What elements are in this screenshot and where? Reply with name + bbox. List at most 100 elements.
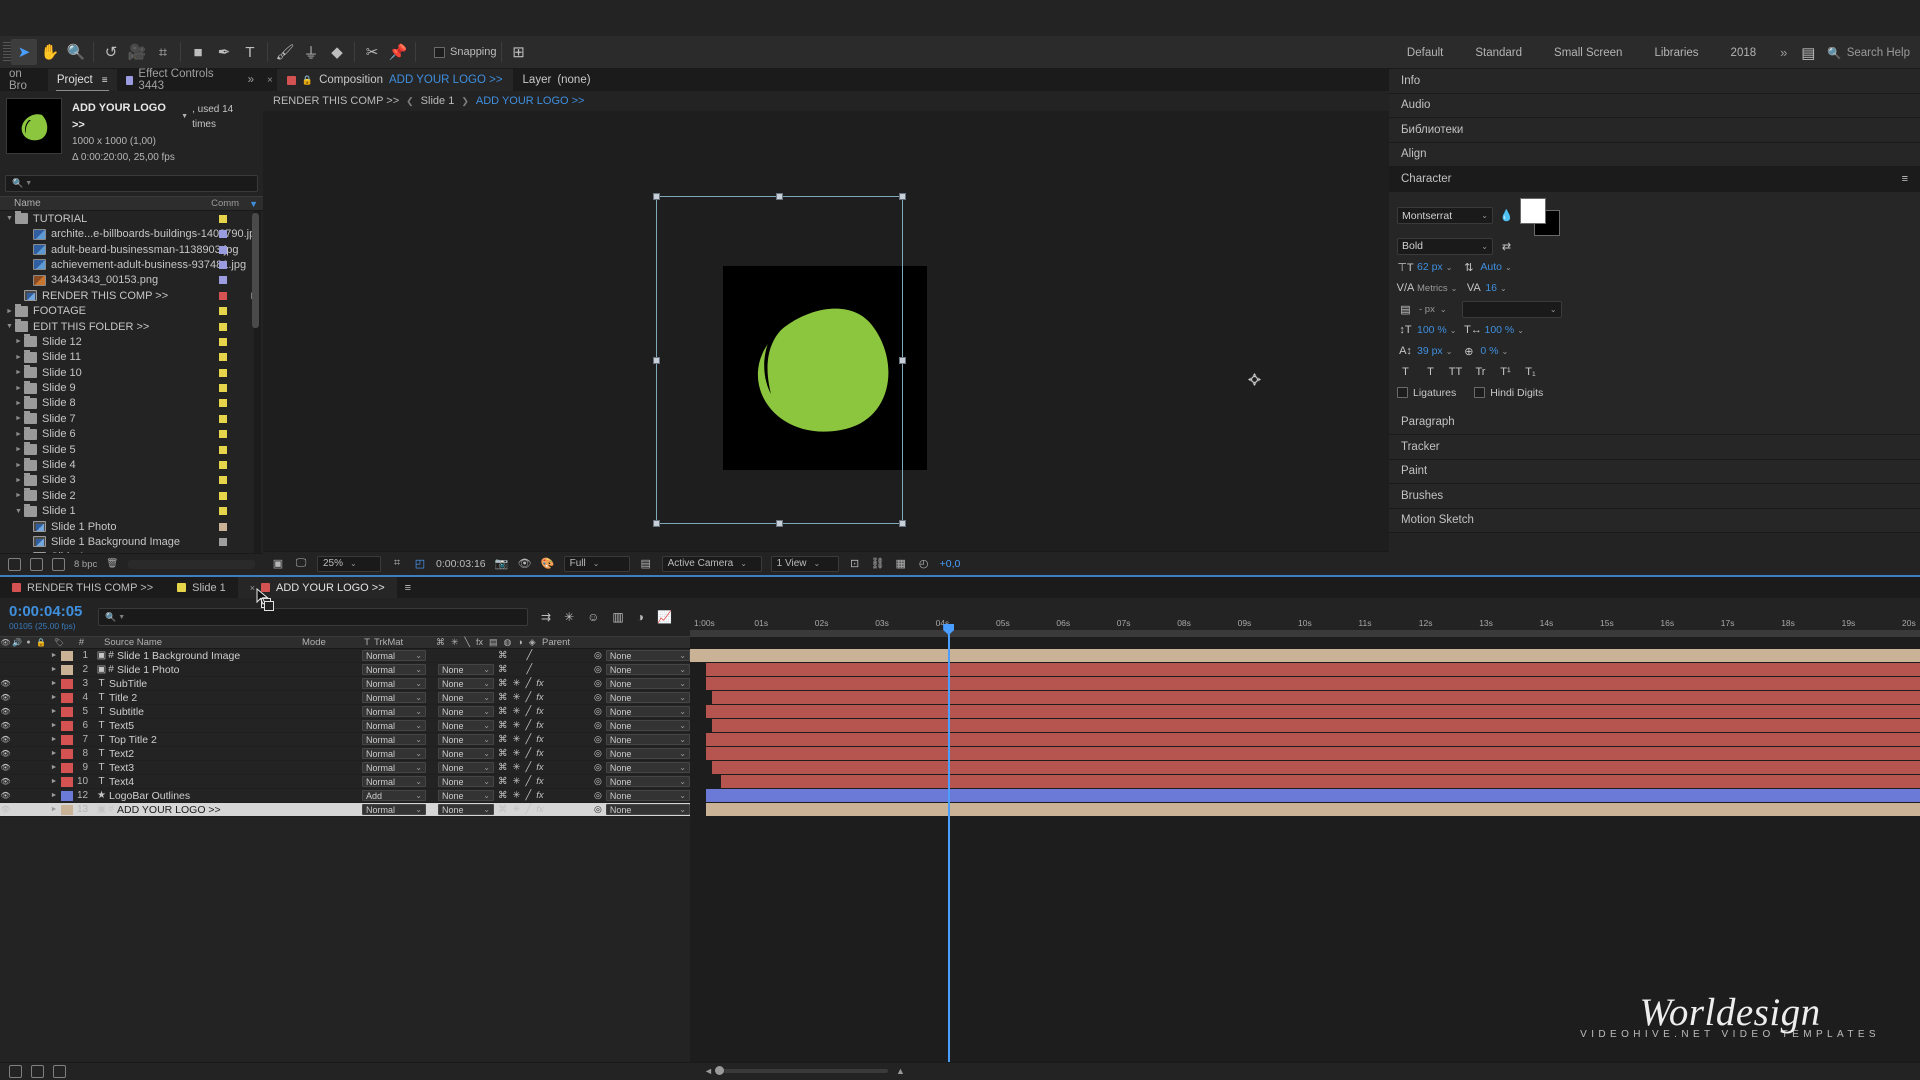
layer-source-name[interactable]: Top Title 2	[109, 734, 362, 746]
layer-trkmat-select[interactable]: None ⌄	[438, 706, 494, 717]
chevron-down-icon[interactable]: ⌄	[1451, 284, 1458, 293]
label-color-swatch[interactable]	[219, 230, 227, 239]
text-style-button-3[interactable]: TT	[1447, 364, 1464, 381]
layer-trkmat-select[interactable]: None ⌄	[438, 762, 494, 773]
current-time-indicator[interactable]	[947, 624, 950, 1080]
layer-trkmat-select[interactable]: None ⌄	[438, 734, 494, 745]
effects-icon[interactable]: fx	[536, 762, 543, 773]
effects-icon[interactable]: fx	[536, 776, 543, 787]
project-tab-on-bro[interactable]: on Bro	[0, 68, 48, 92]
project-settings-icon[interactable]	[52, 558, 65, 571]
project-item-row[interactable]: ► Slide 5	[0, 442, 263, 457]
timeline-layer-row[interactable]: 👁 ► 4 T Title 2 Normal ⌄ None ⌄ ⌘ ✳ ╱ fx ◎ None ⌄	[0, 691, 690, 705]
ligatures-control[interactable]: Ligatures	[1397, 387, 1456, 399]
timeline-tab-slide-1[interactable]: Slide 1	[165, 577, 238, 598]
layer-mode-select[interactable]: Normal ⌄	[362, 776, 426, 787]
timeline-graph-area[interactable]: 1:00s 01s 02s 03s 04s 05s 06s 07s 08s 09s 10s 11s 12…	[690, 598, 1920, 1080]
layer-video-toggle[interactable]: 👁	[0, 777, 11, 786]
delete-icon[interactable]: 🗑	[106, 558, 119, 571]
collapse-icon[interactable]: ✳	[513, 734, 521, 745]
eyedropper-icon[interactable]: 💧	[1498, 207, 1515, 224]
quality-icon[interactable]: ╱	[525, 762, 531, 773]
chevron-down-icon[interactable]: ⌄	[1517, 326, 1524, 335]
show-snapshot-icon[interactable]: 👁	[518, 557, 532, 571]
chevron-down-icon[interactable]: ⌄	[1500, 284, 1507, 293]
layer-video-toggle[interactable]: 👁	[0, 693, 11, 702]
project-item-row[interactable]: Slide 1 Background Image	[0, 534, 263, 549]
label-color-swatch[interactable]	[219, 399, 227, 408]
pan-behind-icon[interactable]: ⌗	[150, 39, 176, 65]
shy-icon[interactable]: ⌘	[498, 762, 508, 773]
layer-duration-bar[interactable]	[720, 775, 1920, 788]
layer-source-name[interactable]: SubTitle	[109, 678, 362, 690]
layer-video-toggle[interactable]: 👁	[0, 763, 11, 772]
project-item-row[interactable]: ► Slide 3	[0, 472, 263, 488]
timeline-search-input[interactable]: 🔍 ▼	[98, 608, 528, 626]
quality-icon[interactable]: ╱	[525, 706, 531, 717]
quality-icon[interactable]: ╱	[525, 748, 531, 759]
layer-twirl-icon[interactable]: ►	[47, 680, 61, 687]
project-item-row[interactable]: ▼ EDIT THIS FOLDER >>	[0, 319, 263, 334]
label-color-swatch[interactable]	[219, 461, 227, 470]
shy-icon[interactable]: ⌘	[498, 790, 508, 801]
twirl-arrow-icon[interactable]: ►	[13, 415, 24, 422]
project-item-row[interactable]: ► Slide 9	[0, 380, 263, 395]
layer-twirl-icon[interactable]: ►	[47, 750, 61, 757]
layer-parent-select[interactable]: ◎ None ⌄	[594, 706, 690, 717]
panel-menu-icon[interactable]: ≡	[397, 582, 419, 594]
layer-source-name[interactable]: Slide 1 Background Image	[117, 650, 362, 662]
timeline-layer-row[interactable]: 👁 ► 13 ▣ # ADD YOUR LOGO >> Normal ⌄ None ⌄ ⌘ ✳ ╱ fx ◎…	[0, 803, 690, 817]
layer-video-toggle[interactable]: 👁	[0, 679, 11, 688]
fill-color-swatch[interactable]	[1520, 197, 1546, 224]
pickwhip-icon[interactable]: ◎	[594, 776, 602, 787]
project-item-row[interactable]: ► Slide 8	[0, 395, 263, 411]
layer-label-color[interactable]	[61, 678, 73, 689]
color-depth-label[interactable]: 8 bpc	[74, 559, 97, 570]
collapse-icon[interactable]: ✳	[513, 692, 521, 703]
zoom-out-icon[interactable]: ◄	[704, 1066, 713, 1076]
workspace-default[interactable]: Default	[1391, 36, 1459, 69]
time-ruler[interactable]: 1:00s 01s 02s 03s 04s 05s 06s 07s 08s 09s 10s 11s 12…	[690, 598, 1920, 637]
chevron-down-icon[interactable]: ⌄	[1450, 326, 1457, 335]
layer-mode-select[interactable]: Normal ⌄	[362, 762, 426, 773]
layer-mode-select[interactable]: Normal ⌄	[362, 650, 426, 661]
project-item-row[interactable]: ► Slide 10	[0, 365, 263, 380]
layer-duration-bar[interactable]	[705, 789, 1920, 802]
kerning-field[interactable]: V/A Metrics ⌄	[1397, 280, 1458, 297]
roto-brush-icon[interactable]: ✂	[359, 39, 385, 65]
twirl-arrow-icon[interactable]: ►	[13, 385, 24, 392]
pickwhip-icon[interactable]: ◎	[594, 692, 602, 703]
layer-duration-bars[interactable]	[690, 649, 1920, 1080]
panel-tab-brushes[interactable]: Brushes	[1389, 484, 1920, 509]
eraser-icon[interactable]: ◆	[324, 39, 350, 65]
layer-trkmat-select[interactable]: None ⌄	[438, 776, 494, 787]
chevron-down-icon[interactable]: ▼	[181, 112, 188, 123]
layer-twirl-icon[interactable]: ►	[47, 652, 61, 659]
shy-icon[interactable]: ⌘	[498, 720, 508, 731]
layer-duration-bar[interactable]	[705, 705, 1920, 718]
layer-twirl-icon[interactable]: ►	[47, 708, 61, 715]
pickwhip-icon[interactable]: ◎	[594, 720, 602, 731]
effects-icon[interactable]: fx	[536, 706, 543, 717]
toolbar-grip[interactable]	[3, 42, 11, 62]
project-tabs-overflow[interactable]: »	[239, 69, 263, 91]
lock-icon[interactable]: 🔒	[302, 75, 313, 86]
layer-selection-box[interactable]	[653, 193, 906, 527]
project-item-row[interactable]: ▼ TUTORIAL	[0, 211, 263, 226]
close-icon[interactable]: ×	[263, 75, 277, 86]
layer-video-toggle[interactable]: 👁	[0, 735, 11, 744]
layer-trkmat-select[interactable]: None ⌄	[438, 790, 494, 801]
project-item-row[interactable]: archite...e-billboards-buildings-1402790…	[0, 226, 263, 241]
text-style-button-2[interactable]: T	[1422, 364, 1439, 381]
twirl-arrow-icon[interactable]: ▼	[13, 508, 24, 515]
twirl-arrow-icon[interactable]: ►	[13, 338, 24, 345]
brush-icon[interactable]: 🖌	[272, 39, 298, 65]
layer-source-name[interactable]: Text5	[109, 720, 362, 732]
timeline-layer-row[interactable]: ► 2 ▣ # Slide 1 Photo Normal ⌄ None ⌄ ⌘ ╱ ◎ None ⌄	[0, 663, 690, 677]
column-name[interactable]: Name	[0, 198, 211, 209]
frame-blending-icon[interactable]: ▥	[612, 610, 623, 624]
label-color-swatch[interactable]	[219, 430, 227, 439]
layer-source-name[interactable]: Text3	[109, 762, 362, 774]
breadcrumb-arrow-icon[interactable]: ❯	[461, 96, 469, 107]
selection-handle-tc[interactable]	[776, 193, 783, 200]
